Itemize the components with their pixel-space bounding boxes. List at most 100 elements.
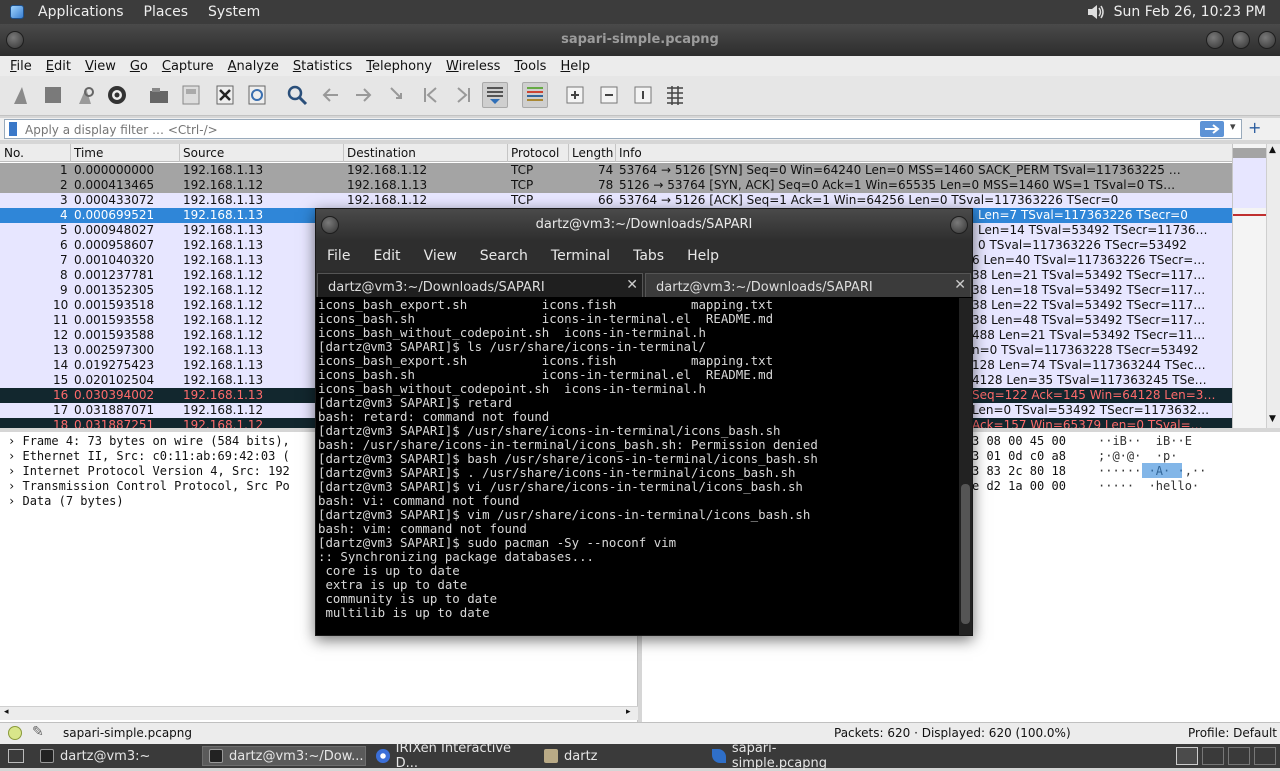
menu-wireless[interactable]: Wireless xyxy=(446,59,500,74)
detail-tcp[interactable]: › Transmission Control Protocol, Src Po xyxy=(8,479,290,493)
system-menu[interactable]: System xyxy=(208,4,260,20)
zoom-out-icon[interactable] xyxy=(596,82,622,108)
menu-go[interactable]: Go xyxy=(130,59,148,74)
workspace-switcher[interactable] xyxy=(1228,747,1250,765)
go-back-icon[interactable] xyxy=(318,82,344,108)
scroll-left-icon[interactable]: ◂ xyxy=(4,707,9,717)
status-profile[interactable]: Profile: Default xyxy=(1188,726,1277,740)
scroll-up-icon[interactable]: ▲ xyxy=(1269,145,1276,155)
menu-telephony[interactable]: Telephony xyxy=(366,59,432,74)
close-button[interactable] xyxy=(1258,31,1276,49)
workspace-switcher[interactable] xyxy=(1176,747,1198,765)
menu-statistics[interactable]: Statistics xyxy=(293,59,352,74)
packet-list-minimap[interactable] xyxy=(1232,144,1267,428)
applications-menu[interactable]: Applications xyxy=(38,4,124,20)
terminal-output[interactable]: icons_bash_export.sh icons.fish mapping.… xyxy=(318,298,958,630)
add-filter-button-icon[interactable]: + xyxy=(1248,118,1261,137)
detail-frame[interactable]: › Frame 4: 73 bytes on wire (584 bits), xyxy=(8,434,290,448)
column-protocol[interactable]: Protocol xyxy=(511,146,559,160)
expand-arrow-icon[interactable]: › xyxy=(8,449,15,463)
filter-bookmark-icon[interactable] xyxy=(9,122,17,136)
autoscroll-icon[interactable] xyxy=(482,82,508,108)
first-packet-icon[interactable] xyxy=(418,82,444,108)
taskbar-item-file-manager[interactable]: dartz xyxy=(538,746,702,766)
workspace-switcher[interactable] xyxy=(1254,747,1276,765)
places-menu[interactable]: Places xyxy=(144,4,189,20)
capture-comment-icon[interactable]: ✎ xyxy=(32,724,44,740)
save-file-icon[interactable] xyxy=(178,82,204,108)
apply-filter-icon[interactable] xyxy=(1200,121,1224,137)
column-time[interactable]: Time xyxy=(74,146,103,160)
display-filter-input[interactable] xyxy=(4,119,1242,139)
resize-columns-icon[interactable] xyxy=(662,82,688,108)
close-file-icon[interactable] xyxy=(212,82,238,108)
close-tab-icon[interactable]: ✕ xyxy=(954,277,966,293)
capture-options-icon[interactable] xyxy=(104,82,130,108)
terminal-maximize-button[interactable] xyxy=(950,216,968,234)
menu-file[interactable]: File xyxy=(10,59,32,74)
packet-row[interactable]: 2 0.000413465 192.168.1.12 192.168.1.13 TCP 7… xyxy=(0,178,1232,193)
start-capture-icon[interactable] xyxy=(8,82,34,108)
go-forward-icon[interactable] xyxy=(350,82,376,108)
applications-icon[interactable] xyxy=(10,5,24,19)
menu-tools[interactable]: Tools xyxy=(514,59,546,74)
terminal-menu-search[interactable]: Search xyxy=(480,248,528,264)
packet-row[interactable]: 1 0.000000000 192.168.1.13 192.168.1.12 TCP 7… xyxy=(0,163,1232,178)
column-length[interactable]: Length xyxy=(572,146,613,160)
show-desktop-icon[interactable] xyxy=(8,749,24,763)
terminal-scrollbar-thumb[interactable] xyxy=(961,484,970,624)
terminal-menu-terminal[interactable]: Terminal xyxy=(551,248,610,264)
packet-row[interactable]: 3 0.000433072 192.168.1.13 192.168.1.12 TCP 6… xyxy=(0,193,1232,208)
scroll-right-icon[interactable]: ▸ xyxy=(626,707,631,717)
details-horizontal-scrollbar[interactable]: ◂ ▸ xyxy=(0,706,638,720)
expand-arrow-icon[interactable]: › xyxy=(8,434,15,448)
expand-arrow-icon[interactable]: › xyxy=(8,494,15,508)
taskbar-item-terminal-sapari[interactable]: dartz@vm3:~/Dow... xyxy=(202,746,366,766)
expand-arrow-icon[interactable]: › xyxy=(8,464,15,478)
normal-size-icon[interactable] xyxy=(630,82,656,108)
column-no[interactable]: No. xyxy=(4,146,24,160)
volume-icon[interactable] xyxy=(1086,4,1106,20)
scroll-down-icon[interactable]: ▼ xyxy=(1269,414,1276,424)
reload-file-icon[interactable] xyxy=(244,82,270,108)
expand-arrow-icon[interactable]: › xyxy=(8,479,15,493)
terminal-menu-view[interactable]: View xyxy=(424,248,457,264)
detail-ip[interactable]: › Internet Protocol Version 4, Src: 192 xyxy=(8,464,290,478)
stop-capture-icon[interactable] xyxy=(40,82,66,108)
maximize-button[interactable] xyxy=(1232,31,1250,49)
detail-data[interactable]: › Data (7 bytes) xyxy=(8,494,124,508)
filter-history-dropdown-icon[interactable]: ▾ xyxy=(1230,120,1236,133)
wireshark-title-bar[interactable]: sapari-simple.pcapng xyxy=(0,24,1280,56)
colorize-icon[interactable] xyxy=(522,82,548,108)
open-file-icon[interactable] xyxy=(146,82,172,108)
restart-capture-icon[interactable] xyxy=(72,82,98,108)
taskbar-item-terminal-home[interactable]: dartz@vm3:~ xyxy=(34,746,198,766)
terminal-title-bar[interactable]: dartz@vm3:~/Downloads/SAPARI xyxy=(316,209,972,241)
menu-analyze[interactable]: Analyze xyxy=(228,59,279,74)
terminal-menu-edit[interactable]: Edit xyxy=(373,248,400,264)
terminal-tab-2[interactable]: dartz@vm3:~/Downloads/SAPARI ✕ xyxy=(645,273,971,297)
terminal-tab-1[interactable]: dartz@vm3:~/Downloads/SAPARI ✕ xyxy=(317,273,643,297)
terminal-menu-file[interactable]: File xyxy=(327,248,350,264)
zoom-in-icon[interactable] xyxy=(562,82,588,108)
close-tab-icon[interactable]: ✕ xyxy=(626,277,638,293)
minimize-button[interactable] xyxy=(1206,31,1224,49)
window-menu-button[interactable] xyxy=(6,31,24,49)
terminal-scrollbar[interactable] xyxy=(959,298,972,635)
menu-capture[interactable]: Capture xyxy=(162,59,214,74)
clock[interactable]: Sun Feb 26, 10:23 PM xyxy=(1114,4,1266,20)
taskbar-item-wireshark[interactable]: sapari-simple.pcapng xyxy=(706,741,870,771)
terminal-window-menu-button[interactable] xyxy=(321,216,339,234)
expert-info-icon[interactable] xyxy=(8,726,22,740)
menu-help[interactable]: Help xyxy=(560,59,590,74)
column-source[interactable]: Source xyxy=(183,146,224,160)
terminal-window[interactable]: dartz@vm3:~/Downloads/SAPARI File Edit V… xyxy=(315,208,973,636)
go-to-packet-icon[interactable] xyxy=(384,82,410,108)
column-destination[interactable]: Destination xyxy=(347,146,416,160)
terminal-menu-tabs[interactable]: Tabs xyxy=(633,248,664,264)
packet-list-scrollbar[interactable]: ▲ ▼ xyxy=(1266,144,1280,428)
terminal-menu-help[interactable]: Help xyxy=(687,248,719,264)
menu-view[interactable]: View xyxy=(85,59,116,74)
taskbar-item-browser[interactable]: IRIXen Interactive D... xyxy=(370,741,534,771)
menu-edit[interactable]: Edit xyxy=(46,59,71,74)
